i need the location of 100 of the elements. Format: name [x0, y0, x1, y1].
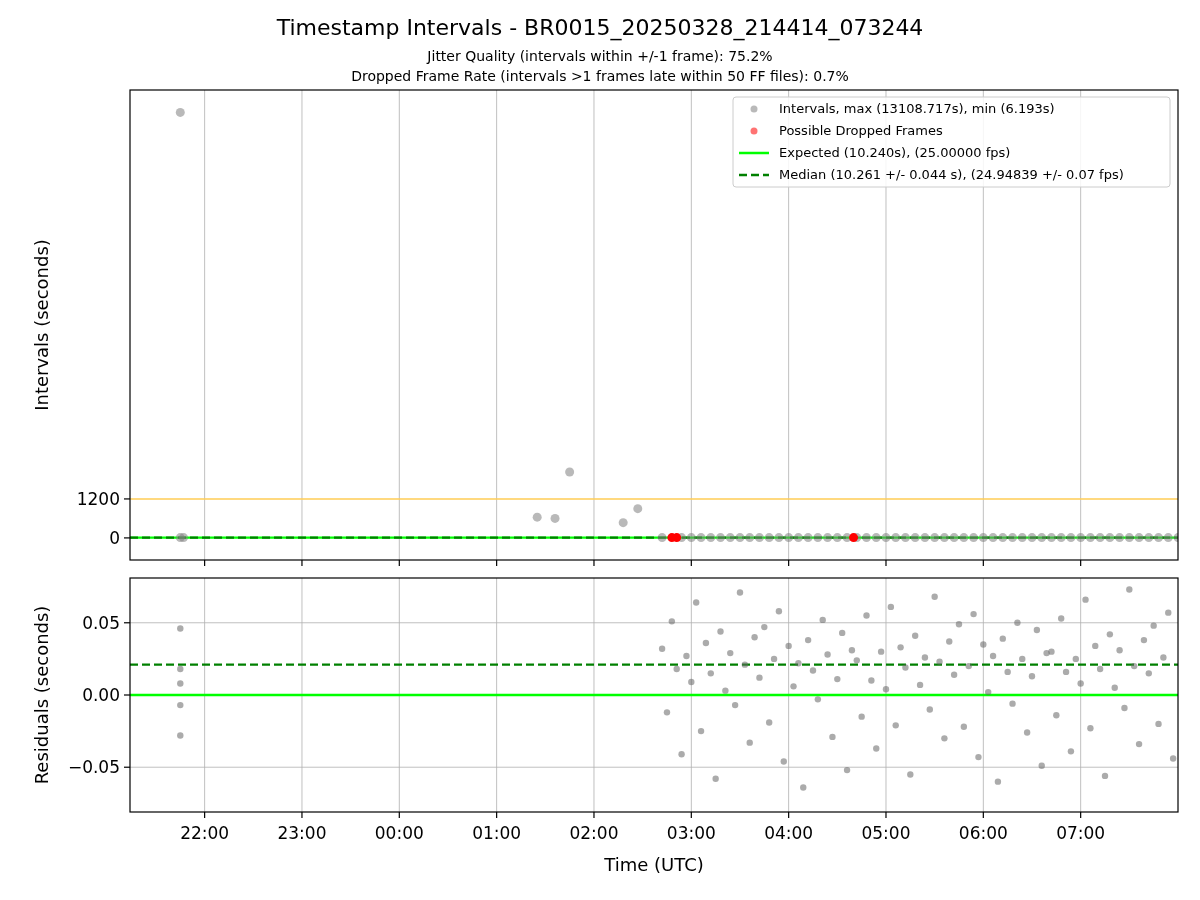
residual-point [1062, 668, 1070, 676]
y-tick-label: 0 [109, 527, 120, 548]
line-icon [739, 151, 769, 155]
dot-icon [750, 105, 758, 113]
residual-point [989, 652, 997, 660]
residual-point [877, 648, 885, 655]
residual-point [1121, 704, 1128, 712]
interval-point [930, 533, 940, 543]
legend-label: Expected (10.240s), (25.00000 fps) [779, 145, 1011, 160]
residual-point [712, 775, 719, 782]
residual-point [1067, 748, 1075, 755]
interval-point [175, 107, 185, 117]
interval-point [969, 533, 979, 543]
residual-point [926, 706, 933, 713]
residual-point [751, 634, 758, 641]
residual-point [950, 671, 958, 678]
chart-title: Timestamp Intervals - BR0015_20250328_214414_073244 [276, 14, 924, 42]
x-tick-label: 03:00 [666, 823, 716, 843]
interval-point [900, 533, 910, 543]
interval-point [657, 533, 667, 543]
residual-point [975, 753, 982, 761]
residual-point [882, 686, 890, 693]
residual-point [946, 638, 953, 645]
residual-point [1150, 622, 1157, 629]
legend-label: Intervals, max (13108.717s), min (6.193s) [779, 101, 1055, 116]
interval-point [1076, 533, 1086, 543]
residual-point [1096, 665, 1104, 673]
interval-point [784, 533, 794, 543]
residual-point [853, 657, 860, 664]
dropped-frame-point [672, 533, 682, 543]
residual-point [1169, 755, 1177, 762]
x-tick-label: 22:00 [180, 823, 230, 843]
residual-point [177, 680, 184, 687]
residual-point [177, 732, 184, 739]
residual-point [1101, 772, 1109, 780]
residual-point [809, 667, 817, 674]
residual-point [912, 632, 919, 639]
interval-point [565, 467, 575, 477]
residual-point [985, 688, 992, 696]
residual-point [887, 603, 895, 611]
residual-point [756, 674, 763, 681]
residual-point [1033, 626, 1041, 634]
residual-point [1135, 740, 1143, 748]
residual-point [1131, 662, 1138, 670]
residual-point [770, 655, 778, 663]
x-tick-label: 00:00 [374, 823, 424, 843]
residual-point [907, 771, 914, 778]
residual-point [868, 677, 875, 684]
interval-point [910, 533, 920, 543]
interval-point [988, 533, 998, 543]
interval-point [1105, 533, 1115, 543]
interval-point [813, 533, 823, 543]
residual-point [941, 735, 948, 742]
residual-point [839, 629, 846, 637]
residual-point [1145, 670, 1152, 677]
residual-point [1116, 647, 1123, 654]
dot-icon [750, 127, 758, 135]
legend-label: Median (10.261 +/- 0.044 s), (24.94839 +/- 0.07 fps) [779, 167, 1124, 182]
residual-point [727, 649, 734, 657]
residual-point [780, 758, 787, 765]
interval-point [1095, 533, 1105, 543]
residual-point [795, 660, 802, 667]
interval-point [774, 533, 784, 543]
interval-point [179, 533, 189, 543]
residual-point [931, 593, 938, 600]
interval-point [1124, 533, 1134, 543]
residual-point [1053, 712, 1060, 719]
interval-point [1008, 533, 1018, 543]
residual-point [658, 645, 666, 652]
residual-point [804, 636, 812, 644]
residual-point [800, 784, 807, 791]
residual-point [693, 599, 700, 606]
residual-point [678, 751, 685, 758]
interval-point [1115, 533, 1125, 543]
residual-point [1082, 596, 1089, 603]
residual-point [819, 616, 826, 624]
interval-point [959, 533, 969, 543]
residual-point [1077, 680, 1084, 687]
residual-point [863, 612, 870, 619]
residual-point [1004, 668, 1011, 676]
interval-point [978, 533, 988, 543]
interval-point [696, 533, 706, 543]
interval-point [550, 513, 560, 523]
residual-point [873, 745, 880, 752]
interval-point [803, 533, 813, 543]
interval-point [823, 533, 833, 543]
residual-point [707, 670, 714, 677]
residual-point [1058, 615, 1065, 622]
residual-point [921, 654, 929, 661]
interval-point [939, 533, 949, 543]
residual-point [829, 733, 836, 741]
residual-point [785, 642, 792, 650]
residual-point [731, 701, 739, 709]
interval-point [532, 512, 542, 522]
interval-point [633, 504, 643, 514]
interval-point [793, 533, 803, 543]
interval-point [735, 533, 745, 543]
interval-point [1144, 533, 1154, 543]
residual-point [1087, 725, 1094, 732]
residual-point [697, 727, 705, 735]
